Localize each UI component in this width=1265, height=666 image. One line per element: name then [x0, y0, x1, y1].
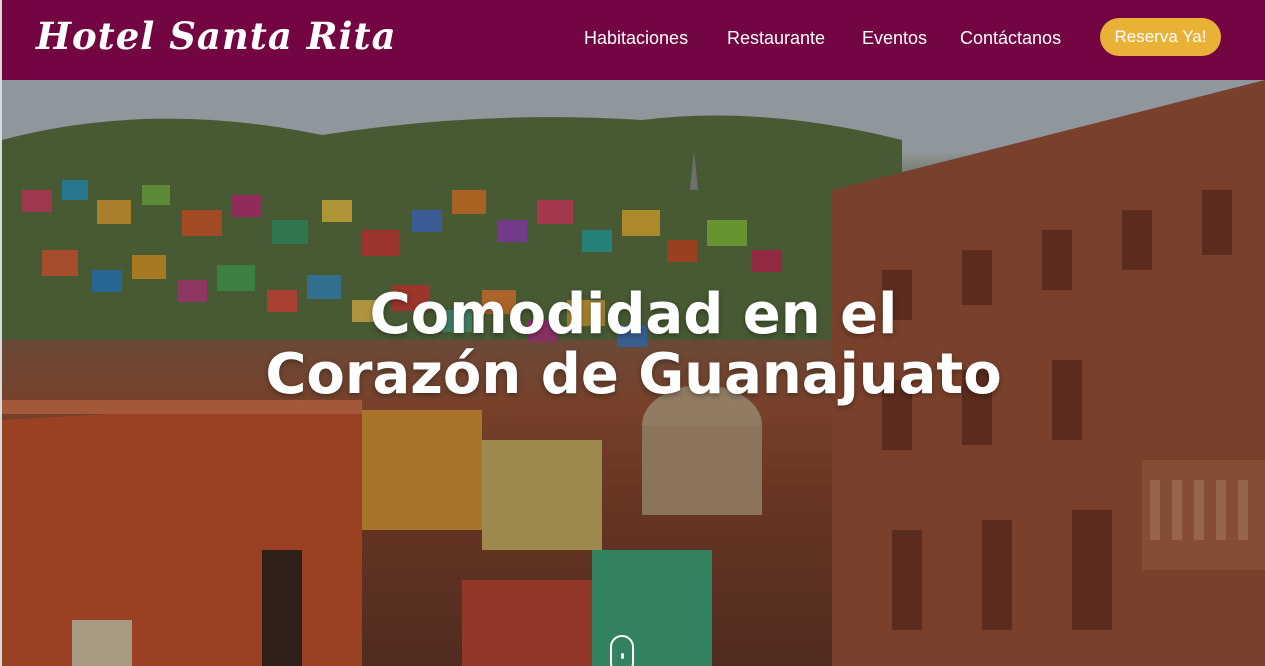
nav-link-contactanos[interactable]: Contáctanos — [960, 28, 1061, 49]
scroll-dot — [621, 653, 624, 659]
nav-link-habitaciones[interactable]: Habitaciones — [584, 28, 688, 49]
hero-title-line-1: Comodidad en el — [369, 282, 898, 347]
mouse-scroll-icon[interactable] — [610, 635, 634, 666]
reserve-button[interactable]: Reserva Ya! — [1100, 18, 1221, 56]
hero-section: Comodidad en el Corazón de Guanajuato — [2, 80, 1265, 666]
hero-title-line-2: Corazón de Guanajuato — [265, 342, 1002, 407]
main-nav: Habitaciones Restaurante Eventos Contáct… — [2, 0, 1265, 80]
hero-title: Comodidad en el Corazón de Guanajuato — [2, 285, 1265, 405]
nav-link-eventos[interactable]: Eventos — [862, 28, 927, 49]
site-header: Hotel Santa Rita Habitaciones Restaurant… — [2, 0, 1265, 80]
nav-link-restaurante[interactable]: Restaurante — [727, 28, 825, 49]
